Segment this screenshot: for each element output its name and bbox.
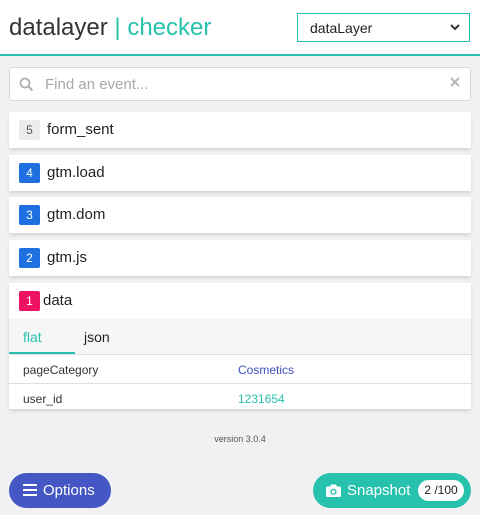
event-name: gtm.js — [47, 249, 88, 266]
event-item-selected[interactable]: 1 data — [9, 283, 471, 319]
event-name: form_sent — [47, 121, 114, 138]
event-index-badge: 5 — [19, 120, 40, 140]
event-name: gtm.dom — [47, 206, 106, 223]
event-item[interactable]: 5 form_sent — [9, 112, 471, 148]
row-value: 1231654 — [238, 392, 285, 406]
search-input[interactable] — [45, 72, 435, 96]
options-button[interactable]: Options — [9, 473, 111, 508]
camera-icon — [326, 484, 341, 497]
header-bar: datalayer | checker dataLayer — [0, 0, 480, 56]
active-tab-indicator — [9, 352, 75, 354]
event-item[interactable]: 4 gtm.load — [9, 155, 471, 191]
event-index-badge: 4 — [19, 163, 40, 183]
snapshot-count-badge: 2 /100 — [418, 480, 464, 501]
snapshot-button[interactable]: Snapshot 2 /100 — [313, 473, 471, 508]
app-logo: datalayer | checker — [9, 14, 211, 42]
close-icon[interactable] — [448, 75, 462, 89]
datalayer-select-value: dataLayer — [310, 20, 373, 36]
brand-separator: | — [107, 14, 128, 41]
tab-flat[interactable]: flat — [23, 329, 42, 345]
version-label: version 3.0.4 — [214, 434, 266, 444]
event-item[interactable]: 3 gtm.dom — [9, 197, 471, 233]
table-row: pageCategory Cosmetics — [9, 355, 471, 384]
menu-icon — [23, 484, 37, 496]
event-name: data — [43, 292, 73, 309]
event-index-badge: 2 — [19, 248, 40, 268]
datalayer-select[interactable]: dataLayer — [297, 13, 470, 42]
tab-json[interactable]: json — [84, 329, 110, 345]
chevron-down-icon — [450, 24, 460, 31]
snapshot-label: Snapshot — [347, 482, 411, 499]
table-row: user_id 1231654 — [9, 384, 471, 413]
event-item[interactable]: 2 gtm.js — [9, 240, 471, 276]
row-key: user_id — [23, 392, 63, 406]
event-index-badge: 3 — [19, 205, 40, 225]
brand-datalayer: datalayer — [9, 14, 108, 41]
event-detail-panel: 1 data flat json pageCategory Cosmetics … — [9, 283, 471, 409]
event-index-badge: 1 — [19, 291, 40, 311]
detail-tabs: flat json — [9, 319, 471, 355]
row-key: pageCategory — [23, 363, 99, 377]
brand-checker: checker — [127, 14, 212, 41]
row-value: Cosmetics — [238, 363, 295, 377]
event-name: gtm.load — [47, 164, 105, 181]
search-icon — [19, 77, 34, 92]
event-search — [9, 67, 471, 101]
options-label: Options — [43, 482, 95, 499]
